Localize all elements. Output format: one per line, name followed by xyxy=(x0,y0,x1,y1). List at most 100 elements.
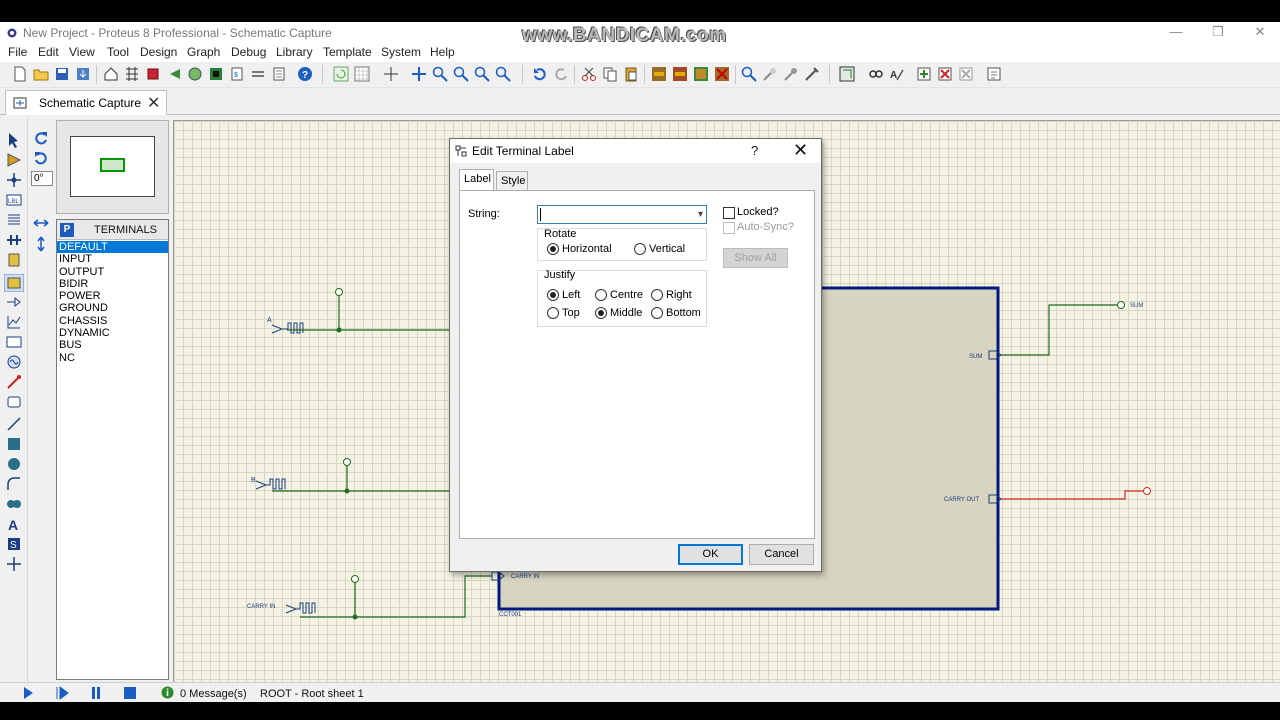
tab-label[interactable]: Label xyxy=(459,169,494,191)
auto-sync-checkbox[interactable] xyxy=(723,222,735,234)
block-rotate-icon[interactable] xyxy=(693,66,709,82)
list-item[interactable]: POWER xyxy=(57,290,168,302)
carry-in-generator[interactable]: CARRY IN xyxy=(247,602,316,614)
justify-bottom-label[interactable]: Bottom xyxy=(666,307,701,319)
locked-checkbox[interactable] xyxy=(723,207,735,219)
input-b-generator[interactable]: B xyxy=(251,477,286,490)
rotate-vertical-label[interactable]: Vertical xyxy=(649,243,685,255)
text-2d-icon[interactable]: A xyxy=(6,516,22,532)
save-icon[interactable] xyxy=(54,66,70,82)
bom-icon[interactable] xyxy=(124,66,140,82)
close-window-button[interactable]: ✕ xyxy=(1240,22,1280,44)
zoom-out-icon[interactable] xyxy=(453,66,469,82)
marker-2d-icon[interactable] xyxy=(6,556,22,572)
wire-label-icon[interactable]: LBL xyxy=(6,192,22,208)
list-item[interactable]: OUTPUT xyxy=(57,266,168,278)
home-icon[interactable] xyxy=(103,66,119,82)
menu-edit[interactable]: Edit xyxy=(38,45,59,59)
block-move-icon[interactable] xyxy=(672,66,688,82)
menu-view[interactable]: View xyxy=(69,45,95,59)
open-icon[interactable] xyxy=(33,66,49,82)
list-item[interactable]: NC xyxy=(57,352,168,364)
terminals-mode-icon[interactable] xyxy=(4,274,24,292)
device-pins-icon[interactable] xyxy=(6,294,22,310)
menu-help[interactable]: Help xyxy=(430,45,455,59)
arc-2d-icon[interactable] xyxy=(6,476,22,492)
chip-icon[interactable] xyxy=(145,66,161,82)
doc-icon[interactable] xyxy=(250,66,266,82)
pick-devices-button[interactable]: P xyxy=(60,223,74,237)
redo-icon[interactable] xyxy=(553,66,569,82)
pcb-icon[interactable] xyxy=(208,66,224,82)
justify-centre-radio[interactable] xyxy=(595,289,607,301)
new-icon[interactable] xyxy=(12,66,28,82)
line-2d-icon[interactable] xyxy=(6,416,22,432)
property-tool-icon[interactable]: A xyxy=(889,66,905,82)
virtual-instruments-icon[interactable] xyxy=(6,394,22,410)
justify-left-label[interactable]: Left xyxy=(562,289,580,301)
packaging-icon[interactable] xyxy=(783,66,799,82)
list-item[interactable]: GROUND xyxy=(57,302,168,314)
wire-end-terminal[interactable] xyxy=(351,575,359,583)
undo-icon[interactable] xyxy=(532,66,548,82)
notes-icon[interactable] xyxy=(271,66,287,82)
text-script-icon[interactable] xyxy=(6,212,22,228)
list-item[interactable]: CHASSIS xyxy=(57,315,168,327)
netlist-icon[interactable]: $ xyxy=(229,66,245,82)
search-icon[interactable] xyxy=(868,66,884,82)
dialog-close-button[interactable]: ✕ xyxy=(793,140,808,161)
minimize-button[interactable]: — xyxy=(1156,22,1196,44)
menu-graph[interactable]: Graph xyxy=(187,45,220,59)
justify-bottom-radio[interactable] xyxy=(651,307,663,319)
help-icon[interactable]: ? xyxy=(297,66,313,82)
chevron-down-icon[interactable]: ▾ xyxy=(698,209,703,220)
block-copy-icon[interactable] xyxy=(651,66,667,82)
wire-end-terminal[interactable] xyxy=(343,458,351,466)
rotation-angle-field[interactable]: 0° xyxy=(31,171,53,186)
voltage-probe-icon[interactable] xyxy=(6,374,22,390)
wire[interactable] xyxy=(300,575,492,618)
cut-icon[interactable] xyxy=(581,66,597,82)
rotate-horizontal-radio[interactable] xyxy=(547,243,559,255)
menu-file[interactable]: File xyxy=(8,45,27,59)
decompose-icon[interactable] xyxy=(804,66,820,82)
justify-left-radio[interactable] xyxy=(547,289,559,301)
justify-right-radio[interactable] xyxy=(651,289,663,301)
wire[interactable] xyxy=(1001,304,1117,356)
stop-icon[interactable] xyxy=(123,686,137,700)
play-icon[interactable] xyxy=(21,686,35,700)
menu-template[interactable]: Template xyxy=(323,45,372,59)
back-icon[interactable] xyxy=(166,66,182,82)
justify-middle-radio[interactable] xyxy=(595,307,607,319)
rotate-horizontal-label[interactable]: Horizontal xyxy=(562,243,612,255)
zoom-in-icon[interactable] xyxy=(432,66,448,82)
junction-dot-icon[interactable] xyxy=(6,172,22,188)
graph-mode-icon[interactable] xyxy=(6,314,22,330)
tab-close-button[interactable]: ✕ xyxy=(147,93,160,113)
symbol-2d-icon[interactable]: S xyxy=(6,536,22,552)
wire-end-terminal[interactable] xyxy=(1143,487,1151,495)
list-item[interactable]: DYNAMIC xyxy=(57,327,168,339)
rotate-anticlockwise-icon[interactable] xyxy=(33,150,49,166)
mirror-y-icon[interactable] xyxy=(33,236,49,252)
tab-style[interactable]: Style xyxy=(496,171,528,191)
zoom-area-icon[interactable] xyxy=(495,66,511,82)
input-a-generator[interactable]: A xyxy=(267,317,304,334)
mirror-x-icon[interactable] xyxy=(33,215,49,231)
copy-icon[interactable] xyxy=(602,66,618,82)
maximize-button[interactable]: ❐ xyxy=(1198,22,1238,44)
menu-design[interactable]: Design xyxy=(140,45,177,59)
buses-icon[interactable] xyxy=(6,232,22,248)
tab-schematic-capture[interactable]: Schematic Capture ✕ xyxy=(5,90,167,115)
locked-label[interactable]: Locked? xyxy=(737,206,779,218)
selection-mode-icon[interactable] xyxy=(6,132,22,148)
menu-system[interactable]: System xyxy=(381,45,421,59)
pause-icon[interactable] xyxy=(89,686,103,700)
zoom-all-icon[interactable] xyxy=(474,66,490,82)
dialog-help-button[interactable]: ? xyxy=(751,143,758,158)
menu-tool[interactable]: Tool xyxy=(107,45,129,59)
block-delete-icon[interactable] xyxy=(714,66,730,82)
refresh-icon[interactable] xyxy=(333,66,349,82)
show-all-button[interactable]: Show All xyxy=(723,248,788,268)
justify-top-label[interactable]: Top xyxy=(562,307,580,319)
